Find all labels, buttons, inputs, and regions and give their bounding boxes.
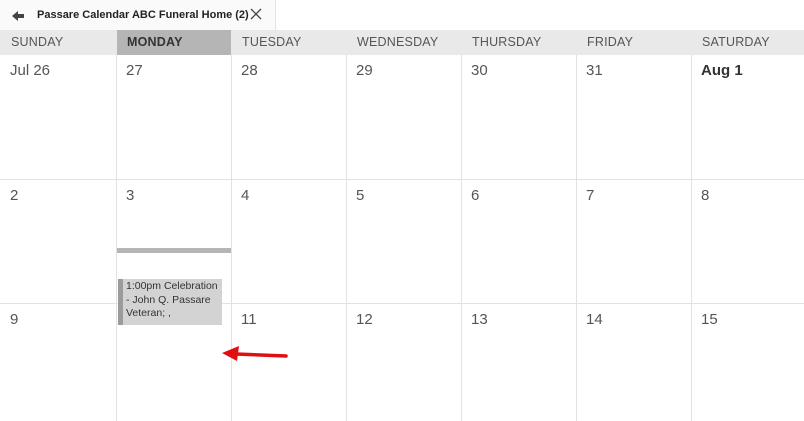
date-label: 7 (586, 187, 595, 204)
back-arrow-icon[interactable] (12, 11, 24, 21)
weekday-wednesday: WEDNESDAY (357, 35, 439, 49)
weekday-friday: FRIDAY (587, 35, 634, 49)
weekday-header: SUNDAY MONDAY TUESDAY WEDNESDAY THURSDAY… (0, 30, 804, 55)
day-cell[interactable]: 13 (462, 304, 576, 421)
date-label: 12 (356, 311, 373, 328)
date-label: 28 (241, 62, 258, 79)
calendar-tab[interactable]: Passare Calendar ABC Funeral Home (2) (0, 0, 276, 30)
date-label: 30 (471, 62, 488, 79)
date-label: 2 (10, 187, 19, 204)
date-label: 4 (241, 187, 250, 204)
date-label: 31 (586, 62, 603, 79)
day-cell[interactable]: 6 (462, 180, 576, 304)
day-cell[interactable]: 15 (692, 304, 804, 421)
day-cell[interactable]: Jul 26 (0, 55, 116, 179)
date-label: 11 (241, 311, 257, 328)
date-label: 15 (701, 311, 718, 328)
day-cell[interactable]: 27 (117, 55, 231, 179)
close-icon[interactable] (250, 8, 262, 20)
tab-strip: Passare Calendar ABC Funeral Home (2) (0, 0, 804, 30)
date-label: Jul 26 (10, 62, 51, 79)
day-cell[interactable]: 4 (232, 180, 346, 304)
day-cell[interactable]: 12 (347, 304, 461, 421)
annotation-arrow-icon (222, 346, 288, 361)
date-label: 5 (356, 187, 365, 204)
weekday-monday: MONDAY (117, 30, 231, 55)
weekday-thursday: THURSDAY (472, 35, 542, 49)
event-text-line: 1:00pm Celebration (126, 280, 218, 292)
event-text-line: Veteran; , (126, 307, 171, 319)
date-label: 13 (471, 311, 488, 328)
day-cell[interactable]: 5 (347, 180, 461, 304)
tab-title: Passare Calendar ABC Funeral Home (2) (37, 9, 249, 21)
day-cell[interactable]: 2 (0, 180, 116, 304)
date-label: 6 (471, 187, 480, 204)
calendar-event[interactable]: 1:00pm Celebration - John Q. Passare Vet… (118, 279, 222, 325)
today-indicator (117, 248, 231, 253)
day-cell[interactable]: Aug 1 (692, 55, 804, 179)
day-cell[interactable]: 30 (462, 55, 576, 179)
weekday-sunday: SUNDAY (11, 35, 64, 49)
date-label: 9 (10, 311, 19, 328)
day-cell[interactable]: 28 (232, 55, 346, 179)
date-label: 3 (126, 187, 135, 204)
date-label: 14 (586, 311, 603, 328)
day-cell[interactable]: 8 (692, 180, 804, 304)
day-cell[interactable]: 31 (577, 55, 691, 179)
weekday-saturday: SATURDAY (702, 35, 770, 49)
date-label: 29 (356, 62, 373, 79)
date-label: Aug 1 (701, 62, 743, 79)
day-cell[interactable]: 29 (347, 55, 461, 179)
day-cell[interactable]: 7 (577, 180, 691, 304)
date-label: 8 (701, 187, 710, 204)
day-cell[interactable]: 9 (0, 304, 116, 421)
date-label: 27 (126, 62, 143, 79)
day-cell[interactable]: 14 (577, 304, 691, 421)
weekday-tuesday: TUESDAY (242, 35, 302, 49)
event-text-line: - John Q. Passare (126, 293, 211, 306)
day-cell[interactable]: 11 (232, 304, 346, 421)
